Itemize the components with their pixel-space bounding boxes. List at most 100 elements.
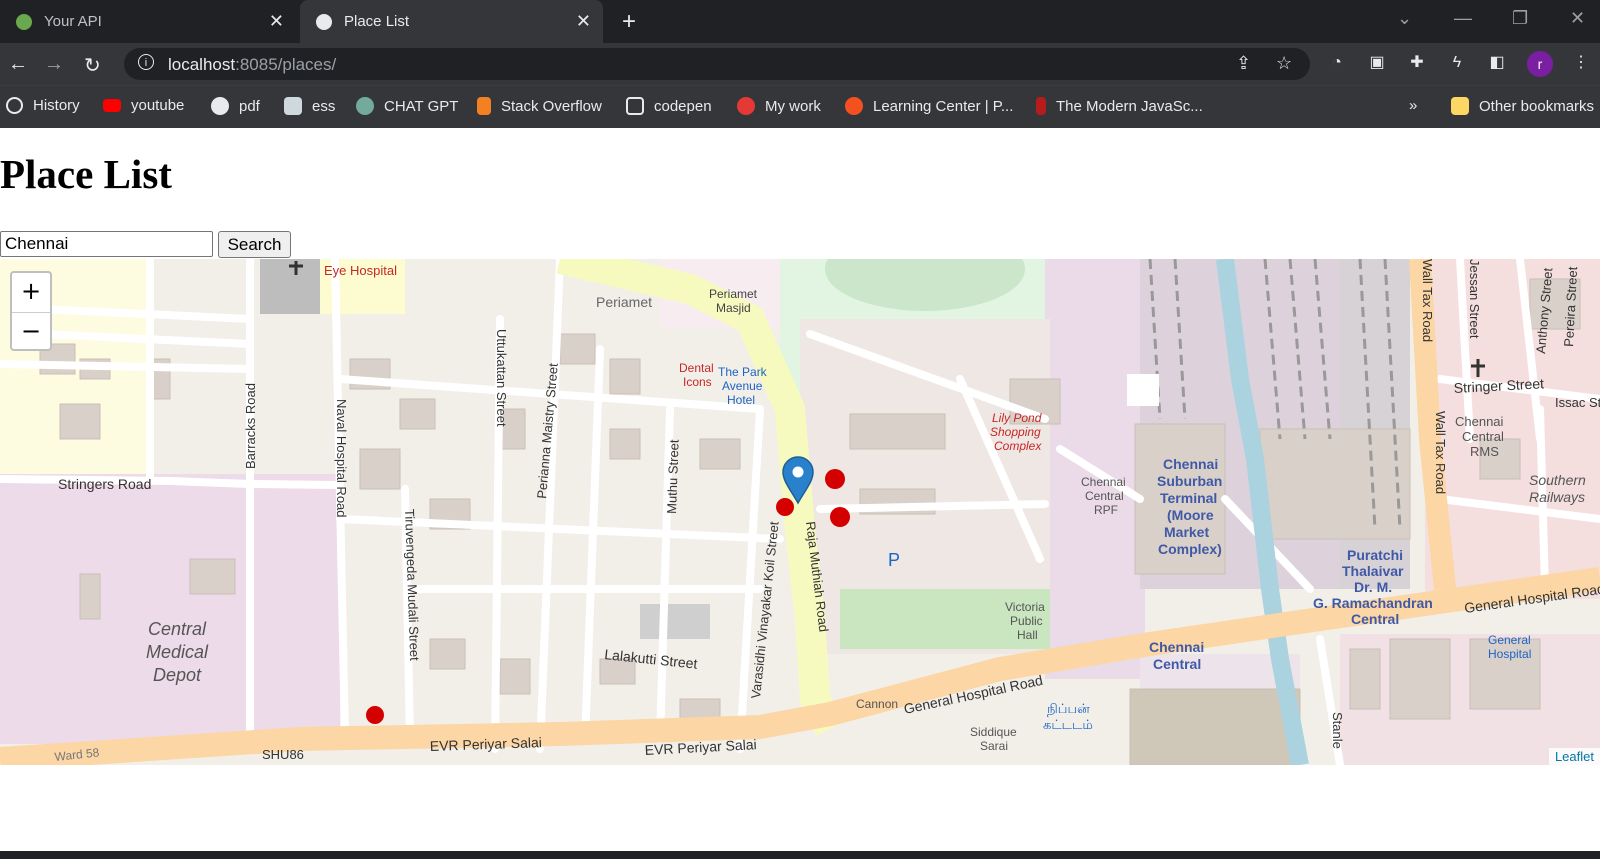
- label-eye-hospital: Eye Hospital: [324, 263, 397, 278]
- svg-text:Thalaivar: Thalaivar: [1342, 563, 1404, 579]
- hospital-marker-icon[interactable]: [825, 469, 845, 489]
- fire-station-marker-icon[interactable]: [366, 706, 384, 724]
- tab-your-api[interactable]: Your API ✕: [0, 0, 296, 43]
- extensions-puzzle-icon[interactable]: ✚: [1407, 53, 1427, 73]
- label-naval-hospital-road: Naval Hospital Road: [334, 399, 349, 518]
- svg-text:Central: Central: [1351, 611, 1399, 627]
- taskbar-edge: [0, 851, 1600, 859]
- bookmark-chat-gpt[interactable]: CHAT GPT: [356, 97, 458, 115]
- zoom-control: + −: [10, 271, 52, 351]
- tab-title: Place List: [344, 13, 410, 30]
- map-tiles[interactable]: Eye Hospital Periamet Periamet Masjid De…: [0, 259, 1600, 765]
- parking-icon: P: [888, 550, 900, 570]
- bookmark-learning-center[interactable]: Learning Center | P...: [845, 97, 1013, 115]
- label-cannon: Cannon: [856, 697, 898, 711]
- stackoverflow-icon: [477, 97, 491, 115]
- bookmark-history[interactable]: History: [6, 97, 80, 114]
- label-central-rms: Chennai: [1455, 414, 1504, 429]
- bookmark-star-icon[interactable]: ☆: [1276, 53, 1292, 74]
- back-icon[interactable]: ←: [8, 53, 28, 76]
- learning-center-icon: [845, 97, 863, 115]
- svg-text:(Moore: (Moore: [1167, 507, 1214, 523]
- label-chennai-central-rpf: Central: [1085, 489, 1124, 503]
- bookmark-other[interactable]: Other bookmarks: [1451, 97, 1594, 115]
- side-panel-icon[interactable]: ◧: [1487, 53, 1507, 73]
- bookmark-stack-overflow[interactable]: Stack Overflow: [477, 97, 602, 115]
- svg-text:Terminal: Terminal: [1160, 490, 1217, 506]
- close-tab-icon[interactable]: ✕: [576, 11, 591, 32]
- label-victoria-public-hall: Victoria: [1005, 600, 1045, 614]
- tab-place-list[interactable]: Place List ✕: [300, 0, 603, 43]
- chatgpt-icon: [356, 97, 374, 115]
- label-park-hotel: The Park: [718, 365, 768, 379]
- label-chennai-central-rpf: RPF: [1094, 503, 1118, 517]
- central-medical-depot-area: [0, 474, 340, 744]
- label-lily-pond: Complex: [994, 439, 1042, 453]
- close-tab-icon[interactable]: ✕: [269, 11, 284, 32]
- label-siddique-sarai: Siddique: [970, 725, 1017, 739]
- label-victoria-public-hall: Hall: [1017, 628, 1038, 642]
- label-victoria-public-hall: Public: [1010, 614, 1043, 628]
- search-input[interactable]: [0, 231, 213, 257]
- folder-icon: [1451, 97, 1469, 115]
- bookmark-pdf[interactable]: pdf: [211, 97, 260, 115]
- label-tamil-building: நிப்பன்: [1047, 701, 1090, 716]
- zoom-out-button[interactable]: −: [12, 313, 50, 352]
- label-southern-railways: Southern: [1529, 472, 1586, 488]
- more-bookmarks-chevron-icon[interactable]: »: [1409, 97, 1417, 114]
- search-button[interactable]: Search: [218, 231, 291, 258]
- label-central-rms: Central: [1462, 429, 1504, 444]
- label-siddique-sarai: Sarai: [980, 739, 1008, 753]
- label-periamet-masjid: Masjid: [716, 301, 751, 315]
- menu-dots-icon[interactable]: ⋮: [1571, 53, 1591, 73]
- bookmark-codepen[interactable]: codepen: [626, 97, 712, 115]
- minimize-icon[interactable]: —: [1454, 8, 1472, 29]
- bookmark-my-work[interactable]: My work: [737, 97, 821, 115]
- zoom-in-button[interactable]: +: [12, 273, 50, 313]
- hospital-marker-icon[interactable]: [776, 498, 794, 516]
- reload-icon[interactable]: ↻: [84, 53, 101, 78]
- label-tamil-building: கட்டடம்: [1043, 717, 1093, 732]
- label-chennai-central-rpf: Chennai: [1081, 475, 1126, 489]
- browser-toolbar: ← → ↻ i localhost:8085/places/ ⇪ ☆ ◔ ▣ ✚…: [0, 43, 1600, 85]
- forward-icon[interactable]: →: [44, 53, 64, 76]
- youtube-icon: [103, 99, 121, 112]
- close-window-icon[interactable]: ✕: [1570, 8, 1585, 29]
- label-suburban-terminal: Chennai Suburban Terminal (Moore Market …: [1157, 456, 1222, 557]
- extension-lens-icon[interactable]: ◔: [1327, 53, 1347, 73]
- extension-media-icon[interactable]: ▣: [1367, 53, 1387, 73]
- bookmark-ess[interactable]: ess: [284, 97, 335, 115]
- label-general-hospital: General: [1488, 633, 1531, 647]
- tab-search-icon[interactable]: ⌄: [1397, 8, 1412, 29]
- tab-title: Your API: [44, 13, 102, 30]
- globe-favicon-icon: [316, 13, 332, 30]
- svg-text:Market: Market: [1164, 524, 1209, 540]
- label-chennai-central: Chennai: [1149, 639, 1204, 655]
- svg-text:G. Ramachandran: G. Ramachandran: [1313, 595, 1433, 611]
- site-info-icon[interactable]: i: [138, 54, 154, 70]
- page-icon: [284, 97, 302, 115]
- extension-bolt-icon[interactable]: ϟ: [1447, 53, 1467, 73]
- leaflet-attribution[interactable]: Leaflet: [1548, 748, 1600, 765]
- bookmark-modern-javascript[interactable]: The Modern JavaSc...: [1036, 97, 1203, 115]
- history-icon: [6, 97, 23, 114]
- address-bar[interactable]: i localhost:8085/places/ ⇪ ☆: [124, 48, 1310, 80]
- map-container[interactable]: Eye Hospital Periamet Periamet Masjid De…: [0, 259, 1600, 765]
- new-tab-icon[interactable]: +: [622, 8, 636, 36]
- profile-avatar[interactable]: r: [1527, 51, 1553, 77]
- share-icon[interactable]: ⇪: [1236, 53, 1251, 74]
- hospital-marker-icon[interactable]: [830, 507, 850, 527]
- label-stringers-road: Stringers Road: [58, 476, 151, 492]
- svg-text:Puratchi: Puratchi: [1347, 547, 1403, 563]
- bookmark-youtube[interactable]: youtube: [103, 97, 184, 114]
- label-dental: Icons: [683, 375, 712, 389]
- label-barracks-road: Barracks Road: [243, 383, 258, 469]
- jio-icon: [737, 97, 755, 115]
- label-muthu-street: Muthu Street: [664, 439, 682, 514]
- label-jessan-street: Jessan Street: [1467, 259, 1482, 339]
- label-park-hotel: Avenue: [722, 379, 763, 393]
- label-stanley: Stanle: [1330, 712, 1345, 749]
- label-shu86: SHU86: [262, 747, 304, 762]
- label-wall-tax-road: Wall Tax Road: [1420, 259, 1435, 342]
- restore-icon[interactable]: ❐: [1512, 8, 1528, 29]
